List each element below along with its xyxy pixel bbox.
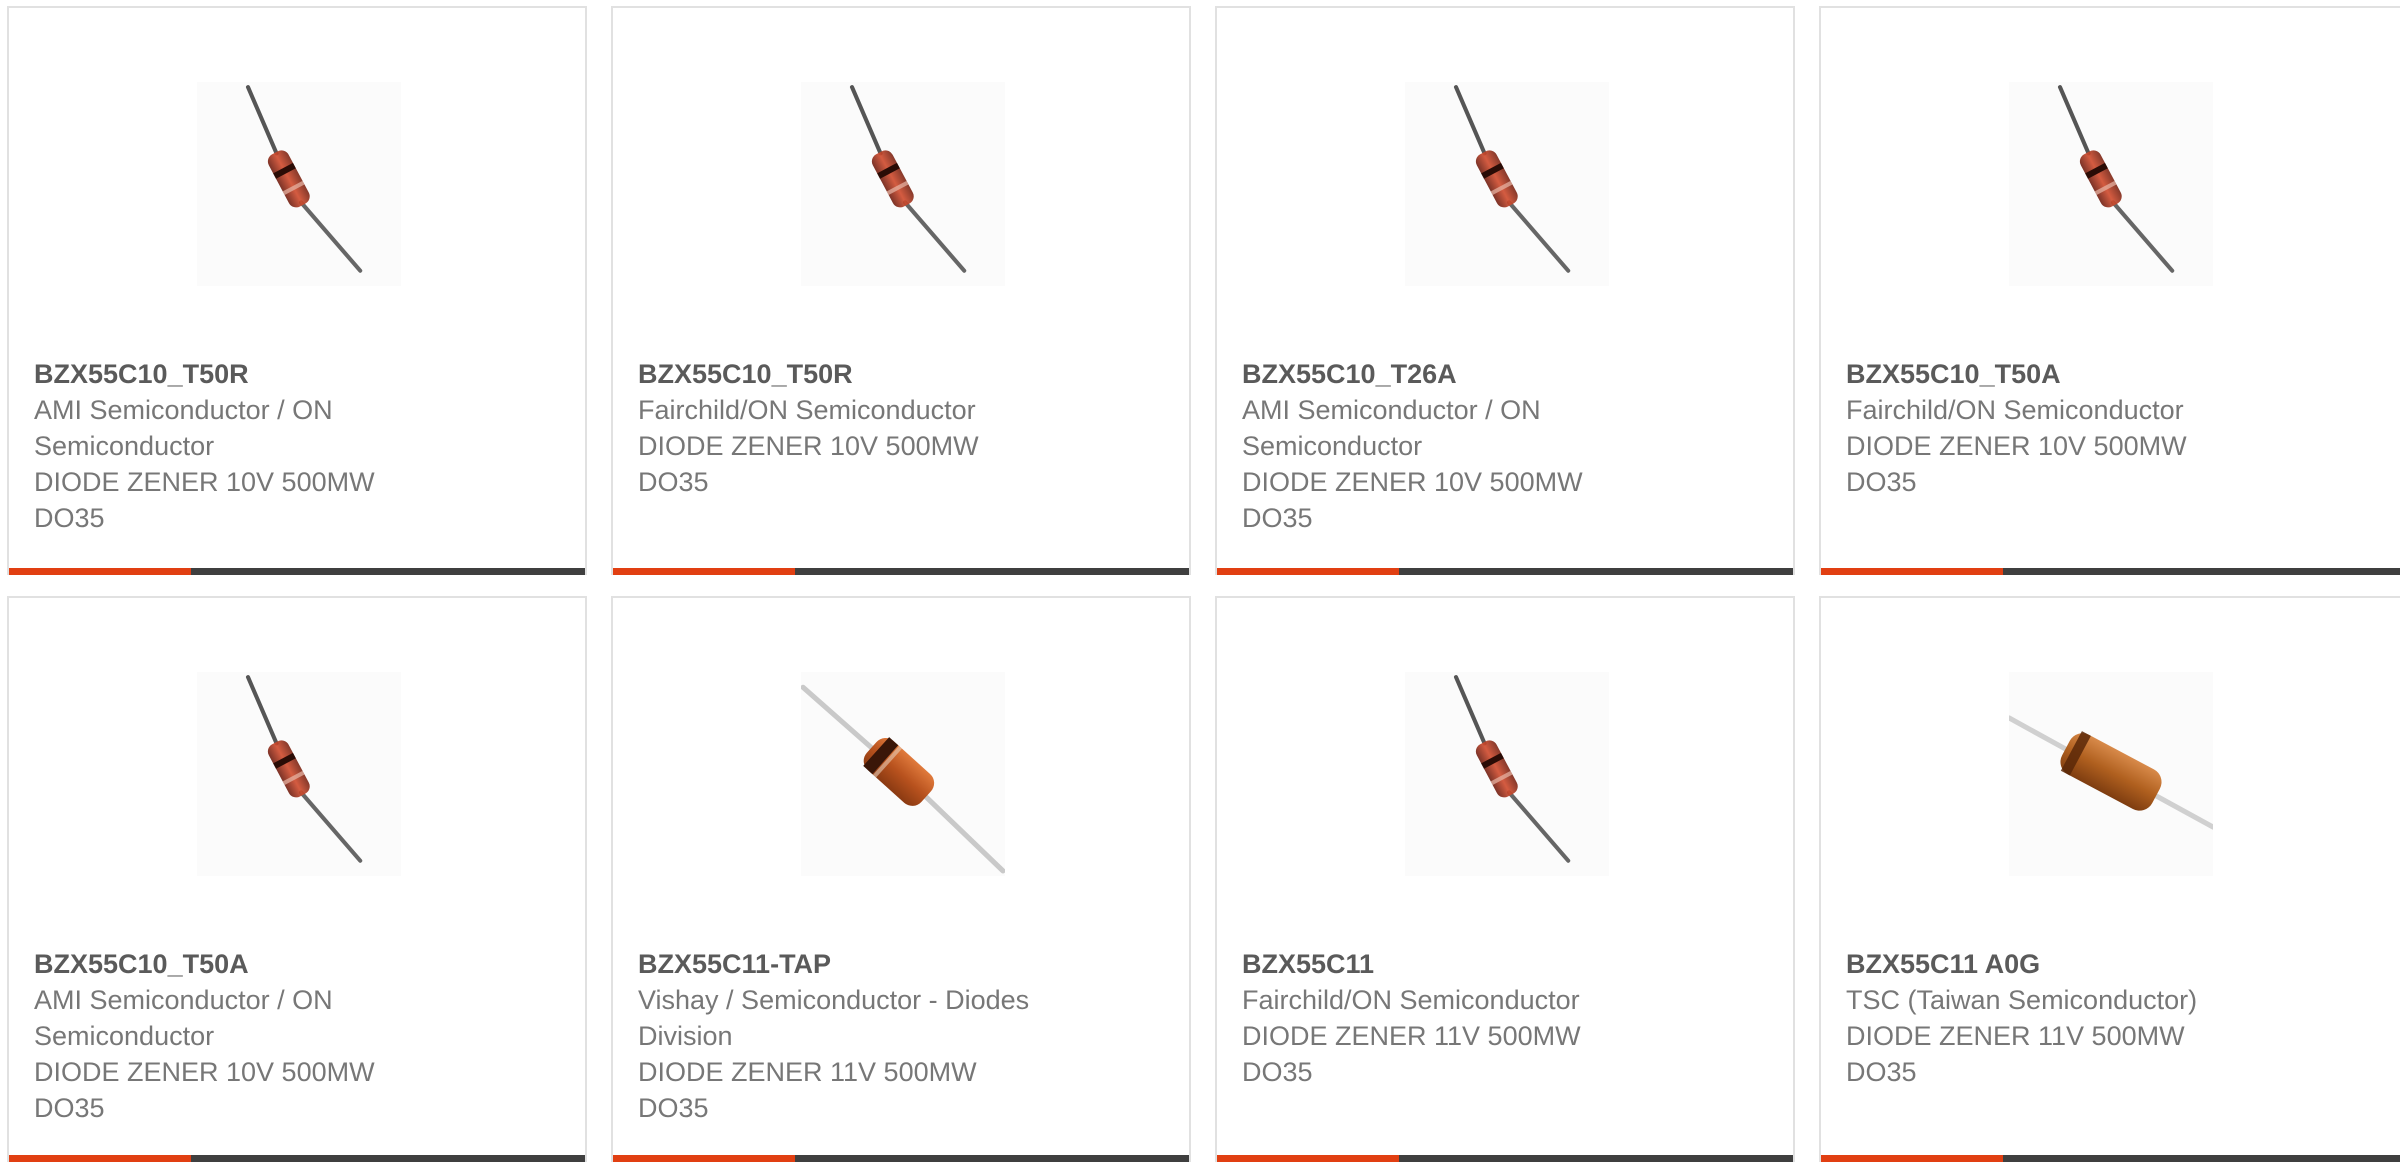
- glass-diode-icon: [1405, 82, 1609, 286]
- package: DO35: [1846, 1057, 1917, 1087]
- card-accent-bar: [1821, 1155, 2400, 1162]
- part-number-link[interactable]: BZX55C10_T50A: [1846, 356, 2266, 392]
- package: DO35: [34, 1093, 105, 1123]
- product-card[interactable]: BZX55C10_T50A AMI Semiconductor / ON Sem…: [7, 596, 587, 1162]
- description: DIODE ZENER 11V 500MW: [638, 1057, 977, 1087]
- manufacturer: Fairchild/ON Semiconductor: [638, 395, 976, 425]
- package: DO35: [638, 1093, 709, 1123]
- description: DIODE ZENER 11V 500MW: [1846, 1021, 2185, 1051]
- manufacturer: Fairchild/ON Semiconductor: [1242, 985, 1580, 1015]
- description: DIODE ZENER 10V 500MW: [638, 431, 979, 461]
- manufacturer: AMI Semiconductor / ON Semiconductor: [1242, 395, 1541, 461]
- glass-diode-icon: [197, 672, 401, 876]
- description: DIODE ZENER 11V 500MW: [1242, 1021, 1581, 1051]
- manufacturer: AMI Semiconductor / ON Semiconductor: [34, 395, 333, 461]
- product-card[interactable]: BZX55C10_T26A AMI Semiconductor / ON Sem…: [1215, 6, 1795, 575]
- product-info: BZX55C11-TAP Vishay / Semiconductor - Di…: [638, 946, 1058, 1126]
- card-accent-bar: [613, 1155, 1189, 1162]
- horizontal-diode-icon: [2009, 672, 2213, 876]
- part-number-link[interactable]: BZX55C10_T50R: [34, 356, 454, 392]
- product-info: BZX55C10_T50R AMI Semiconductor / ON Sem…: [34, 356, 454, 536]
- orange-diode-icon: [801, 672, 1005, 876]
- card-accent-bar: [1217, 1155, 1793, 1162]
- product-info: BZX55C10_T50A AMI Semiconductor / ON Sem…: [34, 946, 454, 1126]
- product-card[interactable]: BZX55C11 A0G TSC (Taiwan Semiconductor) …: [1819, 596, 2400, 1162]
- description: DIODE ZENER 10V 500MW: [1846, 431, 2187, 461]
- part-number-link[interactable]: BZX55C11-TAP: [638, 946, 1058, 982]
- product-info: BZX55C11 Fairchild/ON Semiconductor DIOD…: [1242, 946, 1662, 1090]
- part-number-link[interactable]: BZX55C11: [1242, 946, 1662, 982]
- description: DIODE ZENER 10V 500MW: [34, 467, 375, 497]
- product-card[interactable]: BZX55C11 Fairchild/ON Semiconductor DIOD…: [1215, 596, 1795, 1162]
- package: DO35: [1242, 503, 1313, 533]
- card-accent-bar: [1217, 568, 1793, 575]
- part-number-link[interactable]: BZX55C11 A0G: [1846, 946, 2266, 982]
- part-number-link[interactable]: BZX55C10_T26A: [1242, 356, 1662, 392]
- product-grid: BZX55C10_T50R AMI Semiconductor / ON Sem…: [0, 0, 2400, 1162]
- card-accent-bar: [9, 1155, 585, 1162]
- manufacturer: AMI Semiconductor / ON Semiconductor: [34, 985, 333, 1051]
- glass-diode-icon: [801, 82, 1005, 286]
- product-card[interactable]: BZX55C10_T50A Fairchild/ON Semiconductor…: [1819, 6, 2400, 575]
- manufacturer: Vishay / Semiconductor - Diodes Division: [638, 985, 1030, 1051]
- product-info: BZX55C10_T26A AMI Semiconductor / ON Sem…: [1242, 356, 1662, 536]
- product-card[interactable]: BZX55C10_T50R Fairchild/ON Semiconductor…: [611, 6, 1191, 575]
- product-card[interactable]: BZX55C11-TAP Vishay / Semiconductor - Di…: [611, 596, 1191, 1162]
- package: DO35: [34, 503, 105, 533]
- package: DO35: [638, 467, 709, 497]
- product-info: BZX55C10_T50A Fairchild/ON Semiconductor…: [1846, 356, 2266, 500]
- part-number-link[interactable]: BZX55C10_T50R: [638, 356, 1058, 392]
- card-accent-bar: [1821, 568, 2400, 575]
- card-accent-bar: [9, 568, 585, 575]
- description: DIODE ZENER 10V 500MW: [34, 1057, 375, 1087]
- card-accent-bar: [613, 568, 1189, 575]
- part-number-link[interactable]: BZX55C10_T50A: [34, 946, 454, 982]
- glass-diode-icon: [2009, 82, 2213, 286]
- glass-diode-icon: [1405, 672, 1609, 876]
- package: DO35: [1846, 467, 1917, 497]
- product-info: BZX55C10_T50R Fairchild/ON Semiconductor…: [638, 356, 1058, 500]
- product-info: BZX55C11 A0G TSC (Taiwan Semiconductor) …: [1846, 946, 2266, 1090]
- description: DIODE ZENER 10V 500MW: [1242, 467, 1583, 497]
- product-card[interactable]: BZX55C10_T50R AMI Semiconductor / ON Sem…: [7, 6, 587, 575]
- package: DO35: [1242, 1057, 1313, 1087]
- manufacturer: Fairchild/ON Semiconductor: [1846, 395, 2184, 425]
- glass-diode-icon: [197, 82, 401, 286]
- manufacturer: TSC (Taiwan Semiconductor): [1846, 985, 2198, 1015]
